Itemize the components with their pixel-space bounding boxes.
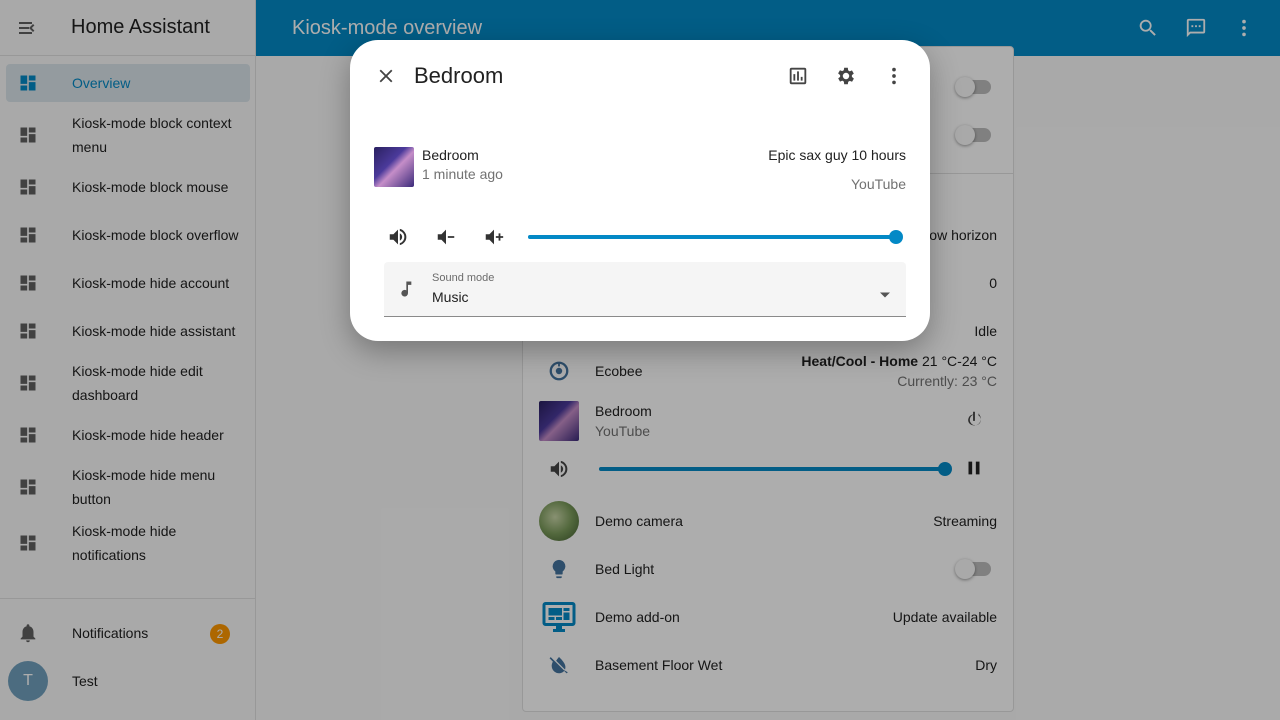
media-source: YouTube <box>850 176 906 192</box>
media-info: Bedroom 1 minute ago Epic sax guy 10 hou… <box>374 147 906 192</box>
volume-plus-icon <box>485 229 504 245</box>
arrow-drop-down-icon <box>880 285 890 303</box>
more-info-dialog: Bedroom Bedroom 1 minute ago Epic sax gu… <box>350 40 930 341</box>
sound-mode-label: Sound mode <box>432 272 495 284</box>
history-button[interactable] <box>774 52 822 100</box>
slider-knob[interactable] <box>889 230 903 244</box>
dialog-overflow-button[interactable] <box>870 52 918 100</box>
media-thumbnail <box>374 147 414 187</box>
player-name: Bedroom <box>422 147 479 163</box>
mute-button[interactable] <box>374 213 422 261</box>
volume-up-button[interactable] <box>470 213 518 261</box>
close-button[interactable] <box>362 52 410 100</box>
volume-high-icon <box>389 228 407 246</box>
settings-button[interactable] <box>822 52 870 100</box>
close-icon <box>379 69 393 83</box>
volume-minus-icon <box>437 229 455 245</box>
last-changed: 1 minute ago <box>422 166 503 182</box>
volume-slider[interactable] <box>528 230 903 244</box>
slider-fill <box>528 235 896 239</box>
sound-mode-select[interactable]: Sound mode Music <box>384 262 906 317</box>
volume-down-button[interactable] <box>422 213 470 261</box>
media-title: Epic sax guy 10 hours <box>768 147 906 163</box>
chart-box-icon <box>789 67 807 85</box>
volume-controls <box>374 213 906 261</box>
cog-icon <box>838 67 854 85</box>
dialog-title: Bedroom <box>414 63 504 88</box>
more-vertical-icon <box>892 67 896 85</box>
sound-mode-value: Music <box>432 289 469 305</box>
dialog-header: Bedroom <box>350 40 930 112</box>
music-note-icon <box>398 279 418 304</box>
